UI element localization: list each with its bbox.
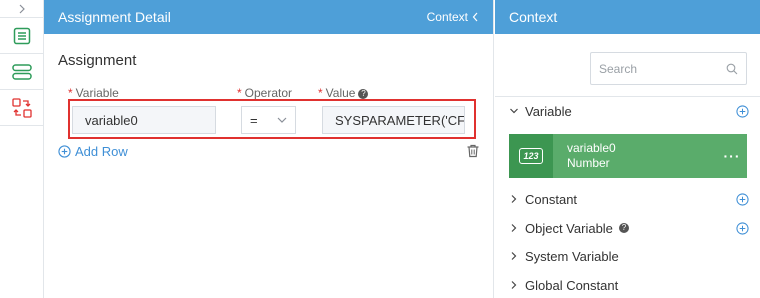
panel-title: Assignment Detail: [58, 9, 171, 25]
operator-select[interactable]: =: [241, 106, 296, 134]
section-object-variable[interactable]: Object Variable ?: [509, 218, 749, 238]
required-marker: *: [68, 86, 73, 100]
rail-item-storage[interactable]: [0, 54, 43, 90]
delete-row-button[interactable]: [466, 144, 480, 163]
variable-card-text: variable0 Number: [567, 141, 717, 171]
list-icon: [13, 27, 30, 44]
section-variable-label: Variable: [525, 103, 572, 119]
chevron-right-icon: [19, 4, 25, 13]
chevron-right-icon: [511, 252, 517, 260]
chevron-right-icon: [511, 224, 517, 232]
assignment-detail-panel: Assignment Detail Context Assignment * Va…: [44, 0, 494, 298]
section-system-variable-label: System Variable: [525, 248, 619, 264]
section-system-variable[interactable]: System Variable: [509, 246, 749, 266]
section-global-constant[interactable]: Global Constant: [509, 275, 749, 295]
more-icon[interactable]: ···: [717, 148, 747, 164]
collapse-rail-button[interactable]: [0, 0, 43, 18]
storage-icon: [11, 63, 32, 80]
context-toggle-button[interactable]: Context: [427, 10, 479, 24]
chevron-down-icon: [277, 117, 287, 123]
variable-column-label: * Variable: [68, 86, 119, 100]
left-rail: [0, 0, 44, 298]
trash-icon: [467, 144, 479, 158]
context-toggle-label: Context: [426, 10, 468, 24]
chevron-right-icon: [511, 281, 517, 289]
section-constant-label: Constant: [525, 191, 578, 207]
chevron-left-icon: [472, 12, 478, 22]
operator-column-label: * Operator: [237, 86, 293, 100]
section-title: Assignment: [58, 52, 137, 69]
value-column-label: * Value?: [318, 86, 369, 100]
context-title: Context: [509, 9, 558, 25]
variable-card-type: Number: [567, 156, 610, 170]
help-icon[interactable]: ?: [618, 223, 629, 233]
context-panel: Context Variable: [495, 0, 760, 298]
add-variable-icon[interactable]: [736, 104, 749, 118]
search-icon[interactable]: [726, 63, 738, 75]
section-global-constant-label: Global Constant: [525, 277, 619, 293]
rail-item-transform[interactable]: [0, 90, 43, 126]
search-box: [590, 52, 747, 85]
plus-circle-icon: [58, 145, 71, 158]
variable-field[interactable]: variable0: [72, 106, 216, 134]
add-row-button[interactable]: Add Row: [58, 144, 128, 159]
context-header: Context: [495, 0, 760, 34]
rail-item-assignment[interactable]: [0, 18, 43, 54]
transform-icon: [11, 97, 32, 118]
section-constant[interactable]: Constant: [509, 189, 749, 209]
divider: [495, 96, 760, 97]
section-object-variable-label: Object Variable: [525, 220, 613, 236]
chevron-down-icon: [510, 108, 518, 114]
add-row-label: Add Row: [75, 144, 128, 159]
required-marker: *: [318, 86, 323, 100]
app-window: Assignment Detail Context Assignment * Va…: [0, 0, 760, 298]
assignment-detail-header: Assignment Detail Context: [44, 0, 493, 34]
variable-card-name: variable0: [567, 141, 616, 155]
chevron-right-icon: [511, 195, 517, 203]
add-constant-icon[interactable]: [736, 192, 749, 206]
required-marker: *: [237, 86, 242, 100]
add-object-variable-icon[interactable]: [736, 221, 749, 235]
number-type-icon: 123: [509, 134, 553, 178]
section-variable[interactable]: Variable: [509, 101, 749, 121]
value-field[interactable]: SYSPARAMETER('CF: [322, 106, 465, 134]
variable-card[interactable]: 123 variable0 Number ···: [509, 134, 747, 178]
help-icon[interactable]: ?: [358, 89, 369, 99]
search-input[interactable]: [599, 61, 719, 76]
